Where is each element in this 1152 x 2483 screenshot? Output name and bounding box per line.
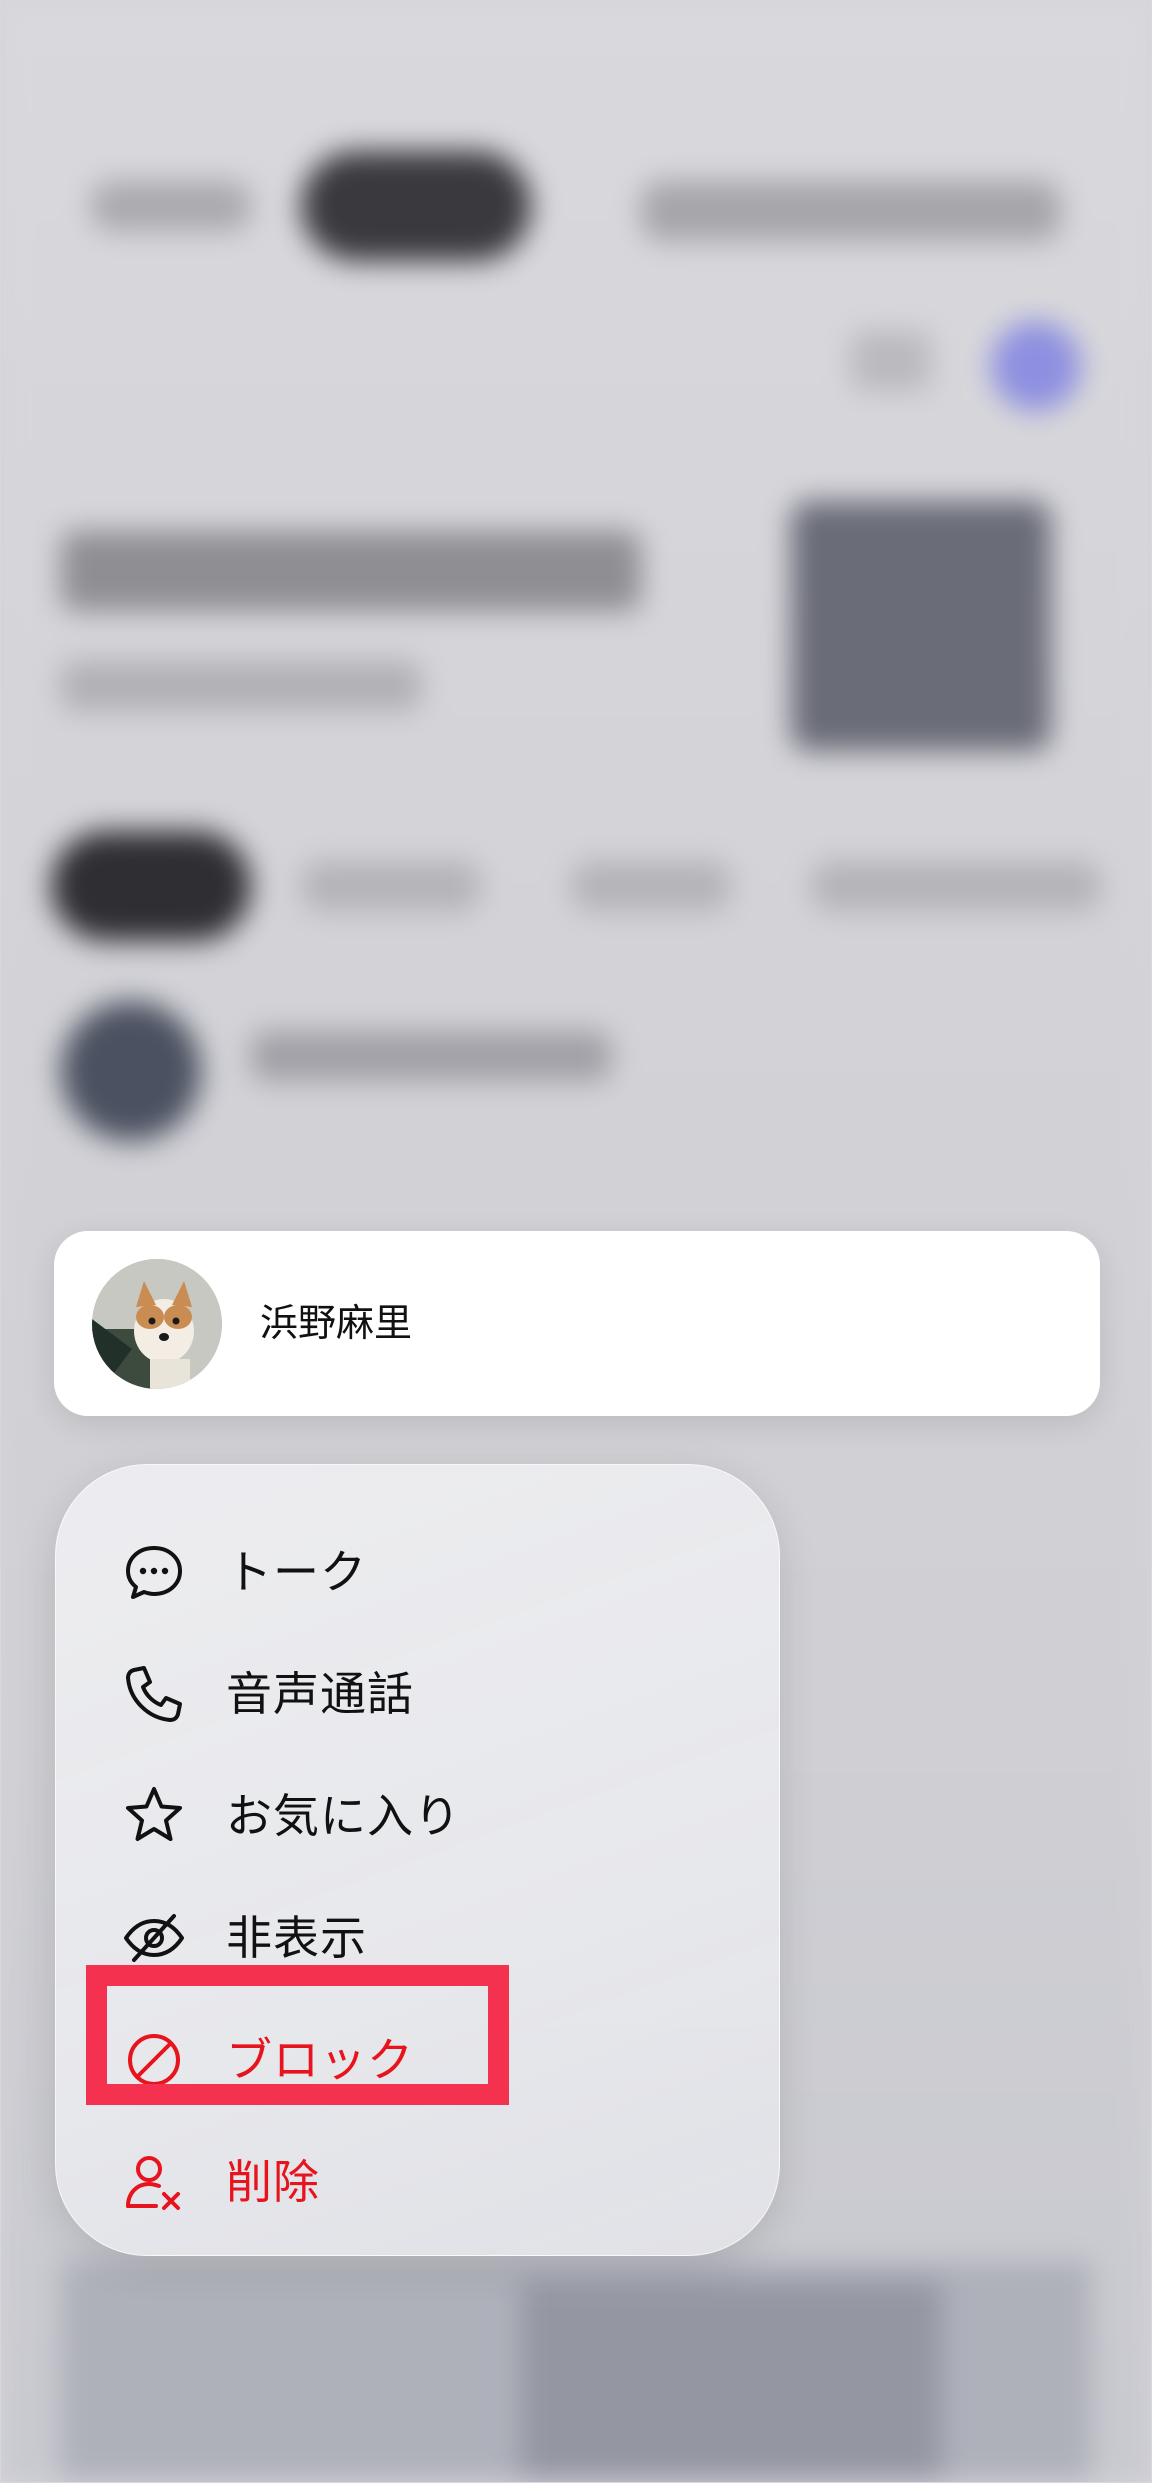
menu-item-label: ブロック — [226, 2033, 414, 2087]
menu-item-block[interactable]: ブロック — [56, 2005, 779, 2115]
star-icon — [122, 1784, 186, 1848]
eye-slash-icon — [122, 1906, 186, 1970]
contact-card[interactable]: 浜野麻里 — [54, 1231, 1100, 1416]
menu-item-label: 音声通話 — [226, 1667, 414, 1721]
menu-item-talk[interactable]: トーク — [56, 1517, 779, 1627]
menu-item-favorite[interactable]: お気に入り — [56, 1761, 779, 1871]
chat-bubble-icon — [122, 1540, 186, 1604]
block-icon — [122, 2028, 186, 2092]
menu-item-hide[interactable]: 非表示 — [56, 1883, 779, 1993]
menu-item-label: 非表示 — [226, 1911, 367, 1965]
menu-item-delete[interactable]: 削除 — [56, 2127, 779, 2237]
contact-name: 浜野麻里 — [260, 1301, 413, 1345]
menu-item-label: 削除 — [226, 2155, 320, 2209]
dog-photo-icon — [92, 1259, 222, 1389]
avatar — [92, 1259, 222, 1389]
context-menu: トーク 音声通話 お気に入り 非表示 ブロック 削除 — [55, 1464, 780, 2256]
menu-item-voice-call[interactable]: 音声通話 — [56, 1639, 779, 1749]
menu-item-label: トーク — [226, 1545, 367, 1599]
phone-icon — [122, 1662, 186, 1726]
phone-screen: 浜野麻里 トーク 音声通話 お気に入り 非表示 ブロック 削除 — [0, 0, 1152, 2483]
menu-item-label: お気に入り — [226, 1789, 461, 1843]
delete-user-icon — [122, 2150, 186, 2214]
